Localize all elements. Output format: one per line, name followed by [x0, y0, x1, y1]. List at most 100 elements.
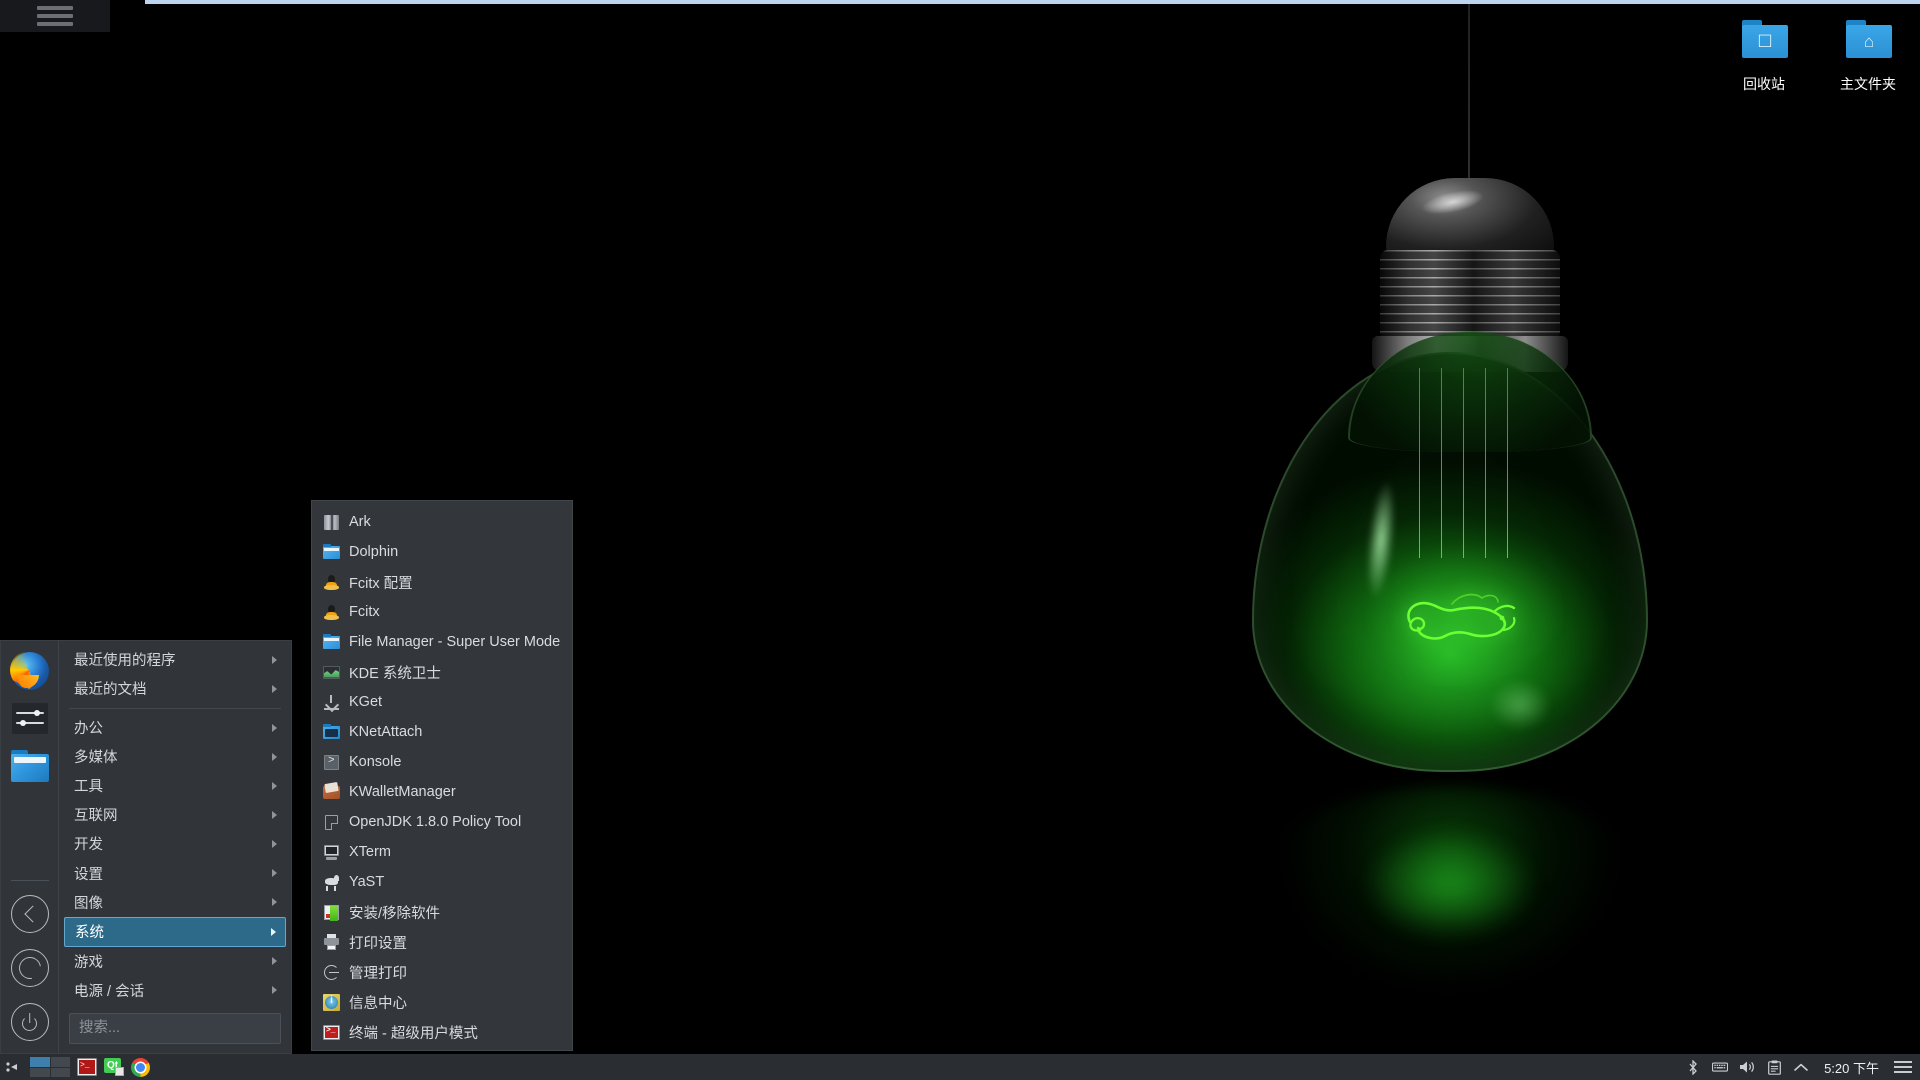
menu-item-settings[interactable]: 设置 — [64, 859, 286, 888]
konsole-terminal-icon — [323, 754, 340, 771]
submenu-item-info-center[interactable]: i 信息中心 — [312, 987, 572, 1017]
kwallet-icon — [323, 784, 340, 801]
submenu-item-ksysguard[interactable]: KDE 系统卫士 — [312, 657, 572, 687]
show-hidden-tray-icon[interactable] — [1793, 1059, 1809, 1075]
submenu-item-label: File Manager - Super User Mode — [349, 634, 561, 650]
menu-item-graphics[interactable]: 图像 — [64, 888, 286, 917]
chevron-right-icon — [272, 957, 277, 966]
menu-item-label: 办公 — [74, 721, 103, 738]
submenu-item-manage-printing[interactable]: 管理打印 — [312, 957, 572, 987]
light-bulb-illustration — [1190, 0, 1710, 1080]
top-accent-strip — [0, 0, 1920, 4]
menu-item-internet[interactable]: 互联网 — [64, 800, 286, 829]
file-manager-folder-icon[interactable] — [8, 745, 52, 789]
submenu-item-file-manager-root[interactable]: File Manager - Super User Mode — [312, 627, 572, 657]
submenu-item-openjdk-policy-tool[interactable]: OpenJDK 1.8.0 Policy Tool — [312, 807, 572, 837]
pager-cell-1[interactable] — [30, 1057, 50, 1067]
settings-sliders-icon[interactable] — [8, 697, 52, 741]
menu-item-games[interactable]: 游戏 — [64, 947, 286, 976]
menu-item-power-session[interactable]: 电源 / 会话 — [64, 976, 286, 1005]
submenu-item-xterm[interactable]: XTerm — [312, 837, 572, 867]
menu-divider — [69, 708, 281, 710]
submenu-item-label: 安装/移除软件 — [349, 905, 441, 922]
menu-item-label: 开发 — [74, 837, 103, 854]
submenu-item-label: KWalletManager — [349, 784, 456, 800]
menu-item-office[interactable]: 办公 — [64, 713, 286, 742]
submenu-item-dolphin[interactable]: Dolphin — [312, 537, 572, 567]
document-icon — [323, 814, 340, 831]
submenu-item-install-remove-software[interactable]: 安装/移除软件 — [312, 897, 572, 927]
knetattach-network-folder-icon — [323, 723, 340, 741]
hamburger-menu-button[interactable] — [0, 0, 110, 32]
clipboard-icon[interactable] — [1766, 1059, 1782, 1075]
menu-item-multimedia[interactable]: 多媒体 — [64, 742, 286, 771]
tray-hamburger-icon[interactable] — [1894, 1058, 1912, 1076]
chevron-right-icon — [272, 723, 277, 732]
submenu-item-fcitx[interactable]: Fcitx — [312, 597, 572, 627]
menu-item-utilities[interactable]: 工具 — [64, 771, 286, 800]
desktop-icon-label: 主文件夹 — [1840, 76, 1896, 92]
chevron-right-icon — [272, 655, 277, 664]
submenu-item-label: Konsole — [349, 754, 402, 770]
chevron-right-icon — [272, 810, 277, 819]
chevron-right-icon — [272, 898, 277, 907]
pager-widget[interactable] — [30, 1057, 70, 1077]
submenu-item-print-settings[interactable]: 打印设置 — [312, 927, 572, 957]
submenu-item-label: 打印设置 — [349, 935, 407, 952]
submenu-item-kget[interactable]: KGet — [312, 687, 572, 717]
fcitx-penguin-icon — [323, 574, 340, 591]
bulb-cord — [1468, 0, 1470, 180]
menu-item-system[interactable]: 系统 — [64, 916, 286, 947]
chrome-task-icon[interactable] — [131, 1057, 150, 1077]
submenu-item-yast[interactable]: YaST — [312, 867, 572, 897]
taskbar-left-group: >_ Qt — [0, 1057, 150, 1077]
bulb-glare-lower — [1490, 680, 1550, 730]
chevron-right-icon — [272, 684, 277, 693]
menu-item-development[interactable]: 开发 — [64, 829, 286, 858]
power-button[interactable] — [10, 1003, 49, 1041]
cups-printer-admin-icon — [323, 964, 340, 981]
submenu-item-label: KDE 系统卫士 — [349, 665, 441, 682]
pager-cell-4[interactable] — [50, 1067, 70, 1077]
submenu-item-ark[interactable]: Ark — [312, 507, 572, 537]
restart-button[interactable] — [10, 949, 49, 987]
submenu-item-konsole[interactable]: Konsole — [312, 747, 572, 777]
menu-item-recent-apps[interactable]: 最近使用的程序 — [64, 645, 286, 674]
ksysguard-chart-icon — [323, 664, 340, 681]
home-glyph: ⌂ — [1863, 32, 1875, 51]
chevron-right-icon — [272, 752, 277, 761]
activities-launcher-icon[interactable] — [3, 1057, 23, 1077]
submenu-item-root-terminal[interactable]: >_ 终端 - 超级用户模式 — [312, 1017, 572, 1047]
submenu-item-label: OpenJDK 1.8.0 Policy Tool — [349, 814, 522, 830]
top-accent-line — [145, 0, 1920, 4]
desktop-icon-home[interactable]: ⌂ 主文件夹 — [1820, 16, 1916, 94]
printer-icon — [323, 933, 340, 951]
submenu-item-label: Dolphin — [349, 544, 399, 560]
submenu-item-kwalletmanager[interactable]: KWalletManager — [312, 777, 572, 807]
search-input[interactable] — [69, 1012, 281, 1044]
clock[interactable]: 5:20 下午 — [1820, 1058, 1883, 1077]
install-software-icon — [323, 904, 340, 921]
pager-cell-3[interactable] — [30, 1067, 50, 1077]
launcher-sidebar — [1, 641, 59, 1053]
menu-item-label: 互联网 — [74, 808, 118, 825]
search-area — [59, 1005, 291, 1053]
menu-item-label: 设置 — [74, 866, 103, 883]
volume-icon[interactable] — [1739, 1059, 1755, 1075]
firefox-icon[interactable] — [8, 649, 52, 693]
desktop-icon-trash[interactable]: ☐ 回收站 — [1716, 16, 1812, 94]
pager-cell-2[interactable] — [50, 1057, 70, 1067]
chevron-left-circle-icon — [12, 896, 48, 932]
bluetooth-icon[interactable] — [1685, 1059, 1701, 1075]
submenu-item-label: 管理打印 — [349, 965, 407, 982]
keyboard-layout-icon[interactable] — [1712, 1059, 1729, 1075]
submenu-item-label: 信息中心 — [349, 995, 407, 1012]
qtcreator-task-icon[interactable]: Qt — [104, 1058, 124, 1076]
terminal-task-icon[interactable]: >_ — [77, 1058, 97, 1076]
menu-item-recent-docs[interactable]: 最近的文档 — [64, 674, 286, 703]
submenu-item-label: Ark — [349, 514, 371, 530]
back-button[interactable] — [10, 895, 49, 933]
submenu-item-fcitx-config[interactable]: Fcitx 配置 — [312, 567, 572, 597]
submenu-item-knetattach[interactable]: KNetAttach — [312, 717, 572, 747]
kget-download-icon — [323, 694, 340, 711]
